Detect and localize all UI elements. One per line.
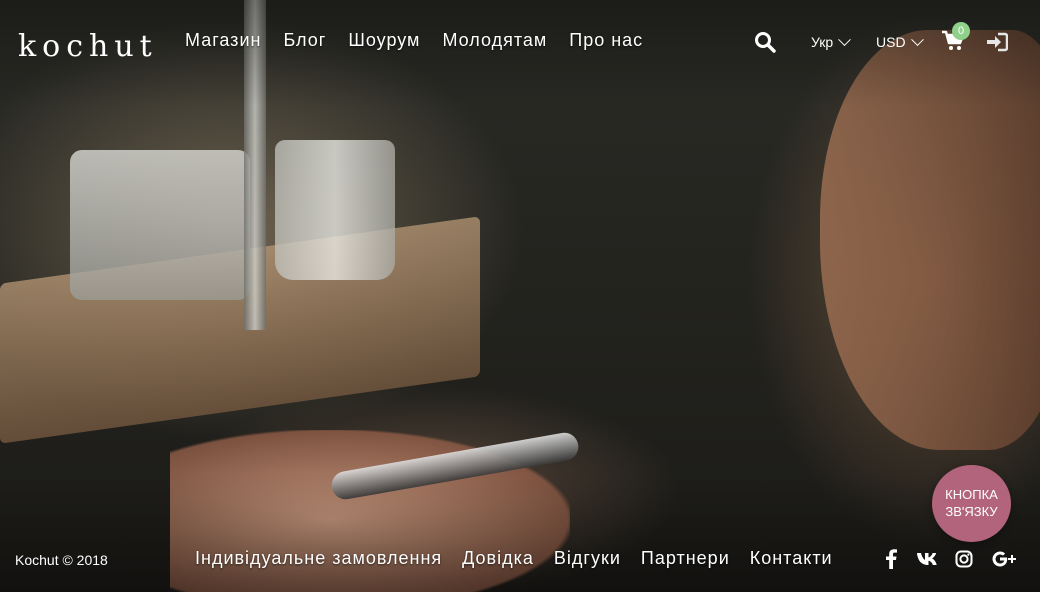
nav-item-newlyweds[interactable]: Молодятам bbox=[442, 30, 547, 51]
nav-item-about[interactable]: Про нас bbox=[569, 30, 643, 51]
contact-button-line1: КНОПКА bbox=[945, 487, 998, 503]
google-plus-icon[interactable] bbox=[992, 548, 1018, 570]
footer-item-help[interactable]: Довідка bbox=[462, 548, 534, 569]
vk-icon[interactable] bbox=[916, 548, 938, 570]
logo-text: kochut bbox=[18, 29, 158, 64]
footer-item-partners[interactable]: Партнери bbox=[641, 548, 730, 569]
facebook-icon[interactable] bbox=[880, 548, 902, 570]
nav-item-blog[interactable]: Блог bbox=[283, 30, 326, 51]
search-icon[interactable] bbox=[754, 31, 776, 53]
contact-button[interactable]: КНОПКА ЗВ'ЯЗКУ bbox=[932, 465, 1011, 542]
footer-item-contacts[interactable]: Контакти bbox=[750, 548, 833, 569]
nav-item-shop[interactable]: Магазин bbox=[185, 30, 261, 51]
contact-button-line2: ЗВ'ЯЗКУ bbox=[945, 503, 998, 519]
site-logo[interactable]: kochut bbox=[18, 22, 152, 62]
hero-background-image bbox=[0, 0, 1040, 592]
cart-count-badge: 0 bbox=[952, 22, 970, 40]
login-icon[interactable] bbox=[986, 32, 1009, 52]
footer-nav: Індивідуальне замовлення Довідка Відгуки… bbox=[195, 548, 833, 569]
currency-selector[interactable]: USD bbox=[876, 32, 924, 50]
chevron-down-icon bbox=[838, 32, 852, 46]
nav-item-showroom[interactable]: Шоурум bbox=[348, 30, 420, 51]
main-nav: Магазин Блог Шоурум Молодятам Про нас bbox=[185, 30, 643, 51]
currency-label: USD bbox=[876, 34, 906, 50]
chevron-down-icon bbox=[910, 32, 924, 46]
copyright-text: Kochut © 2018 bbox=[15, 552, 108, 568]
instagram-icon[interactable] bbox=[953, 548, 975, 570]
footer-item-reviews[interactable]: Відгуки bbox=[554, 548, 621, 569]
footer-item-custom-order[interactable]: Індивідуальне замовлення bbox=[195, 548, 442, 569]
language-label: Укр bbox=[811, 34, 834, 50]
language-selector[interactable]: Укр bbox=[811, 32, 852, 50]
